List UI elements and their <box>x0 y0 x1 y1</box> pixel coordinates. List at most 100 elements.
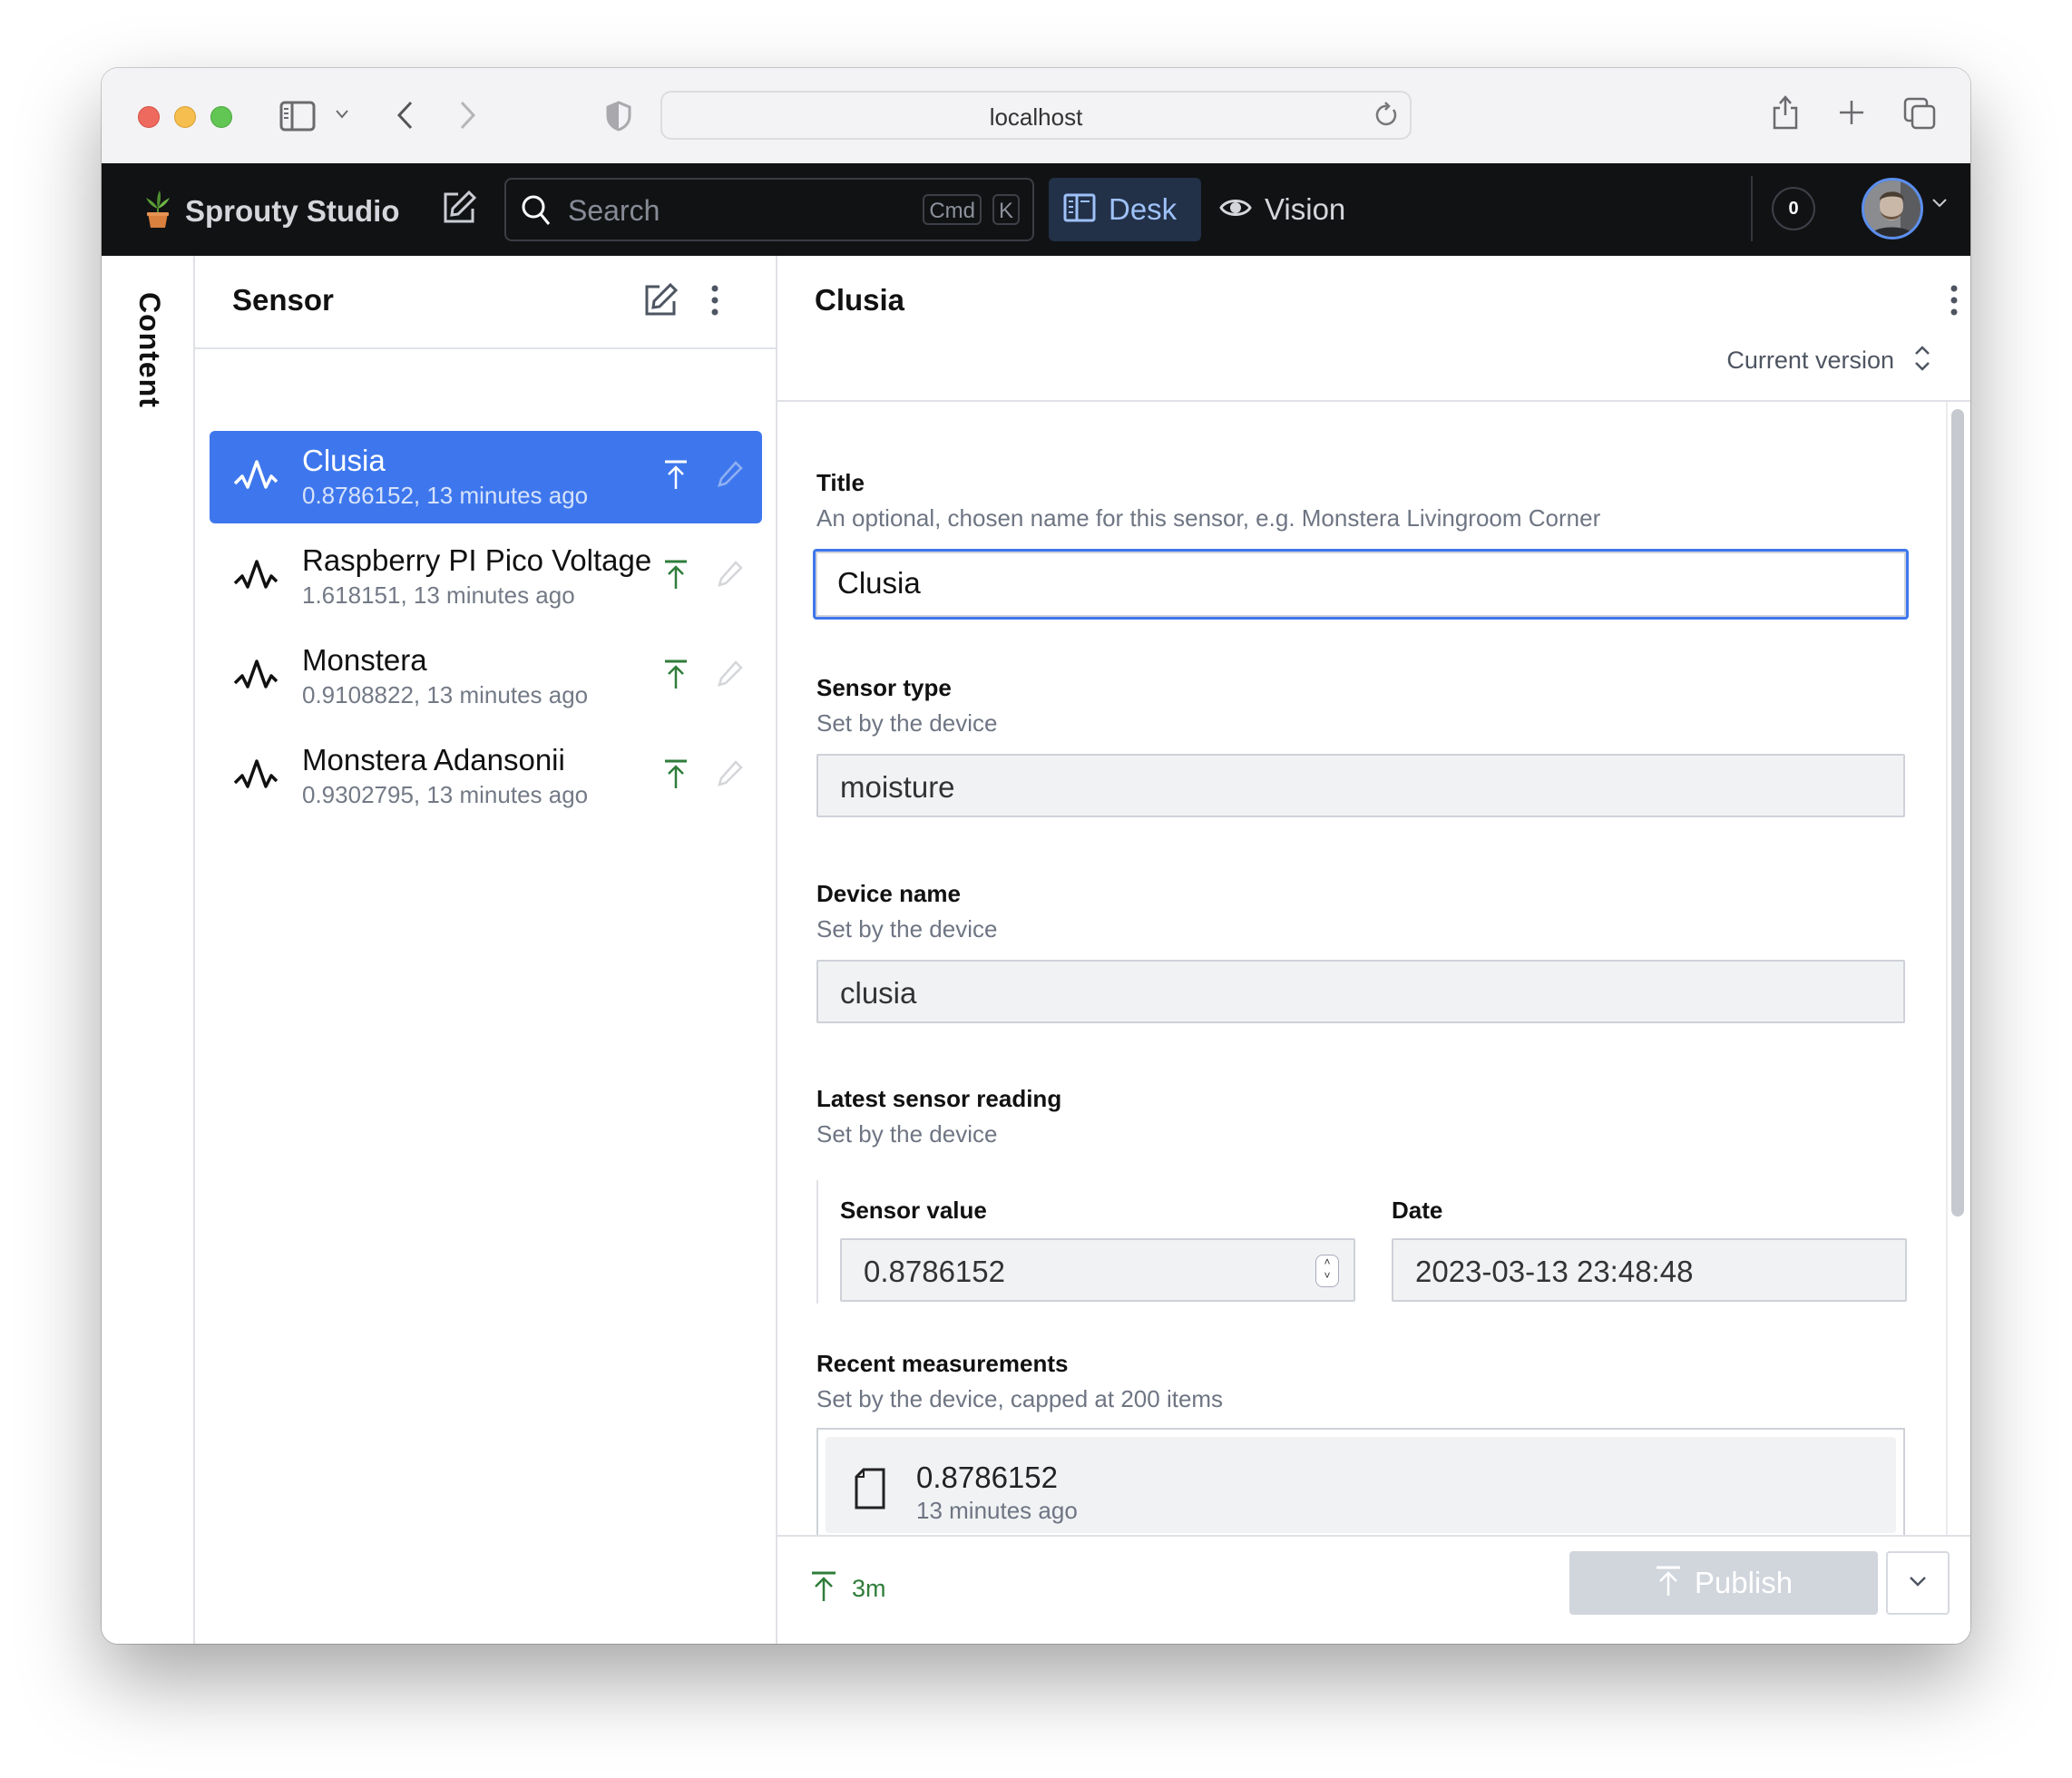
measurement-item[interactable]: 0.8786152 13 minutes ago <box>826 1437 1896 1533</box>
search-placeholder: Search <box>568 194 660 227</box>
published-icon <box>663 759 689 795</box>
app-navbar: Sprouty Studio Search Cmd K Desk Vision <box>102 163 1970 256</box>
plant-logo-icon <box>142 189 174 233</box>
document-title: Clusia <box>815 283 905 317</box>
list-pane-header: Sensor <box>195 256 776 349</box>
user-avatar[interactable] <box>1862 178 1923 239</box>
group-indent-bar <box>816 1180 818 1304</box>
scroll-track <box>1946 402 1948 1535</box>
sensor-subtitle: 0.8786152, 13 minutes ago <box>302 482 589 509</box>
sensor-value-label: Sensor value <box>840 1197 987 1224</box>
document-form: Title An optional, chosen name for this … <box>777 402 1970 1535</box>
notification-badge[interactable]: 0 <box>1772 187 1815 230</box>
tool-vision-button[interactable]: Vision <box>1219 178 1345 241</box>
list-menu-icon[interactable] <box>710 283 719 322</box>
activity-icon <box>233 458 279 499</box>
tool-vision-label: Vision <box>1265 192 1346 226</box>
tool-desk-label: Desk <box>1109 192 1178 226</box>
publish-button[interactable]: Publish <box>1569 1551 1878 1615</box>
title-input[interactable]: Clusia <box>813 549 1909 620</box>
field-device-name-description: Set by the device <box>816 915 998 943</box>
field-recent-measurements-label: Recent measurements <box>816 1350 1069 1377</box>
search-icon <box>521 194 552 231</box>
sensor-list-item[interactable]: Raspberry PI Pico Voltage 1.618151, 13 m… <box>210 531 762 623</box>
sensor-list-item[interactable]: Clusia 0.8786152, 13 minutes ago <box>210 431 762 523</box>
sensor-value-input[interactable]: 0.8786152 ˄ ˅ <box>840 1238 1355 1302</box>
date-input[interactable]: 2023-03-13 23:48:48 <box>1392 1238 1907 1302</box>
edit-pencil-icon <box>718 760 743 792</box>
sidebar-toggle-icon[interactable] <box>279 101 316 132</box>
content-tab[interactable]: Content <box>132 292 166 408</box>
scrollbar-thumb[interactable] <box>1951 409 1964 1216</box>
publish-status[interactable]: 3m <box>810 1571 886 1607</box>
sensor-subtitle: 0.9302795, 13 minutes ago <box>302 781 589 808</box>
browser-window: localhost Sprouty Studio Search Cmd K De… <box>102 68 1970 1644</box>
document-menu-icon[interactable] <box>1950 283 1959 322</box>
zoom-window-button[interactable] <box>210 106 232 128</box>
publish-status-text: 3m <box>852 1575 886 1602</box>
field-sensor-type: Sensor type Set by the device moisture <box>816 674 1905 828</box>
edit-pencil-icon <box>718 660 743 692</box>
device-name-input[interactable]: clusia <box>816 960 1905 1023</box>
field-device-name: Device name Set by the device clusia <box>816 880 1905 1034</box>
published-icon <box>810 1571 837 1607</box>
sensor-type-input[interactable]: moisture <box>816 754 1905 817</box>
content-rail: Content <box>102 256 195 1644</box>
publish-icon <box>1655 1566 1682 1601</box>
sensor-list-item[interactable]: Monstera Adansonii 0.9302795, 13 minutes… <box>210 730 762 823</box>
measurement-value: 0.8786152 <box>916 1460 1058 1494</box>
measurements-array: 0.8786152 13 minutes ago <box>816 1428 1905 1535</box>
chevron-down-icon[interactable] <box>336 110 348 119</box>
account-menu-chevron-icon[interactable] <box>1932 196 1947 212</box>
field-sensor-type-description: Set by the device <box>816 709 998 737</box>
shortcut-key-k: K <box>992 194 1020 225</box>
number-stepper[interactable]: ˄ ˅ <box>1315 1255 1339 1287</box>
share-icon[interactable] <box>1771 93 1800 130</box>
create-document-icon[interactable] <box>643 282 679 322</box>
version-selector[interactable]: Current version <box>1726 345 1930 376</box>
publish-label: Publish <box>1694 1566 1793 1599</box>
forward-icon[interactable] <box>460 101 476 130</box>
chevron-down-icon <box>1909 1575 1927 1591</box>
browser-toolbar: localhost <box>102 68 1970 163</box>
field-recent-measurements: Recent measurements Set by the device, c… <box>816 1350 1905 1441</box>
sensor-subtitle: 0.9108822, 13 minutes ago <box>302 681 589 708</box>
sensor-title: Monstera <box>302 643 427 677</box>
field-sensor-type-label: Sensor type <box>816 674 952 701</box>
close-window-button[interactable] <box>138 106 160 128</box>
compose-icon[interactable] <box>442 190 477 230</box>
brand-link[interactable]: Sprouty Studio <box>142 189 399 233</box>
chevron-up-down-icon <box>1914 345 1930 376</box>
sensor-value-text: 0.8786152 <box>864 1255 1005 1288</box>
document-header: Clusia Current version <box>777 256 1970 402</box>
brand-name: Sprouty Studio <box>185 193 400 228</box>
new-tab-icon[interactable] <box>1838 99 1865 126</box>
minimize-window-button[interactable] <box>174 106 196 128</box>
tool-desk-button[interactable]: Desk <box>1049 178 1201 241</box>
edit-pencil-icon <box>718 461 743 493</box>
document-pane: Clusia Current version Title An optional… <box>777 256 1970 1644</box>
published-icon <box>663 460 689 495</box>
version-label: Current version <box>1726 347 1894 374</box>
date-label: Date <box>1392 1197 1443 1224</box>
sensor-list-pane: Sensor Clusia 0.8786152, 13 minutes ago <box>195 256 777 1644</box>
sensor-list-item[interactable]: Monstera 0.9108822, 13 minutes ago <box>210 630 762 723</box>
field-device-name-label: Device name <box>816 880 961 907</box>
search-input[interactable]: Search Cmd K <box>504 178 1034 241</box>
shortcut-key-cmd: Cmd <box>923 194 982 225</box>
field-latest-reading-label: Latest sensor reading <box>816 1085 1062 1112</box>
field-title-label: Title <box>816 469 865 496</box>
address-bar[interactable]: localhost <box>660 91 1412 140</box>
publish-options-button[interactable] <box>1886 1551 1950 1615</box>
eye-icon <box>1219 196 1252 224</box>
reload-icon[interactable] <box>1375 102 1399 133</box>
back-icon[interactable] <box>396 101 413 130</box>
privacy-shield-icon[interactable] <box>606 101 631 132</box>
measurement-time: 13 minutes ago <box>916 1497 1078 1524</box>
activity-icon <box>233 658 279 698</box>
list-pane-title: Sensor <box>232 283 334 317</box>
document-icon <box>855 1468 885 1514</box>
document-footer: 3m Publish <box>777 1535 1970 1644</box>
activity-icon <box>233 558 279 599</box>
tab-overview-icon[interactable] <box>1903 97 1936 130</box>
